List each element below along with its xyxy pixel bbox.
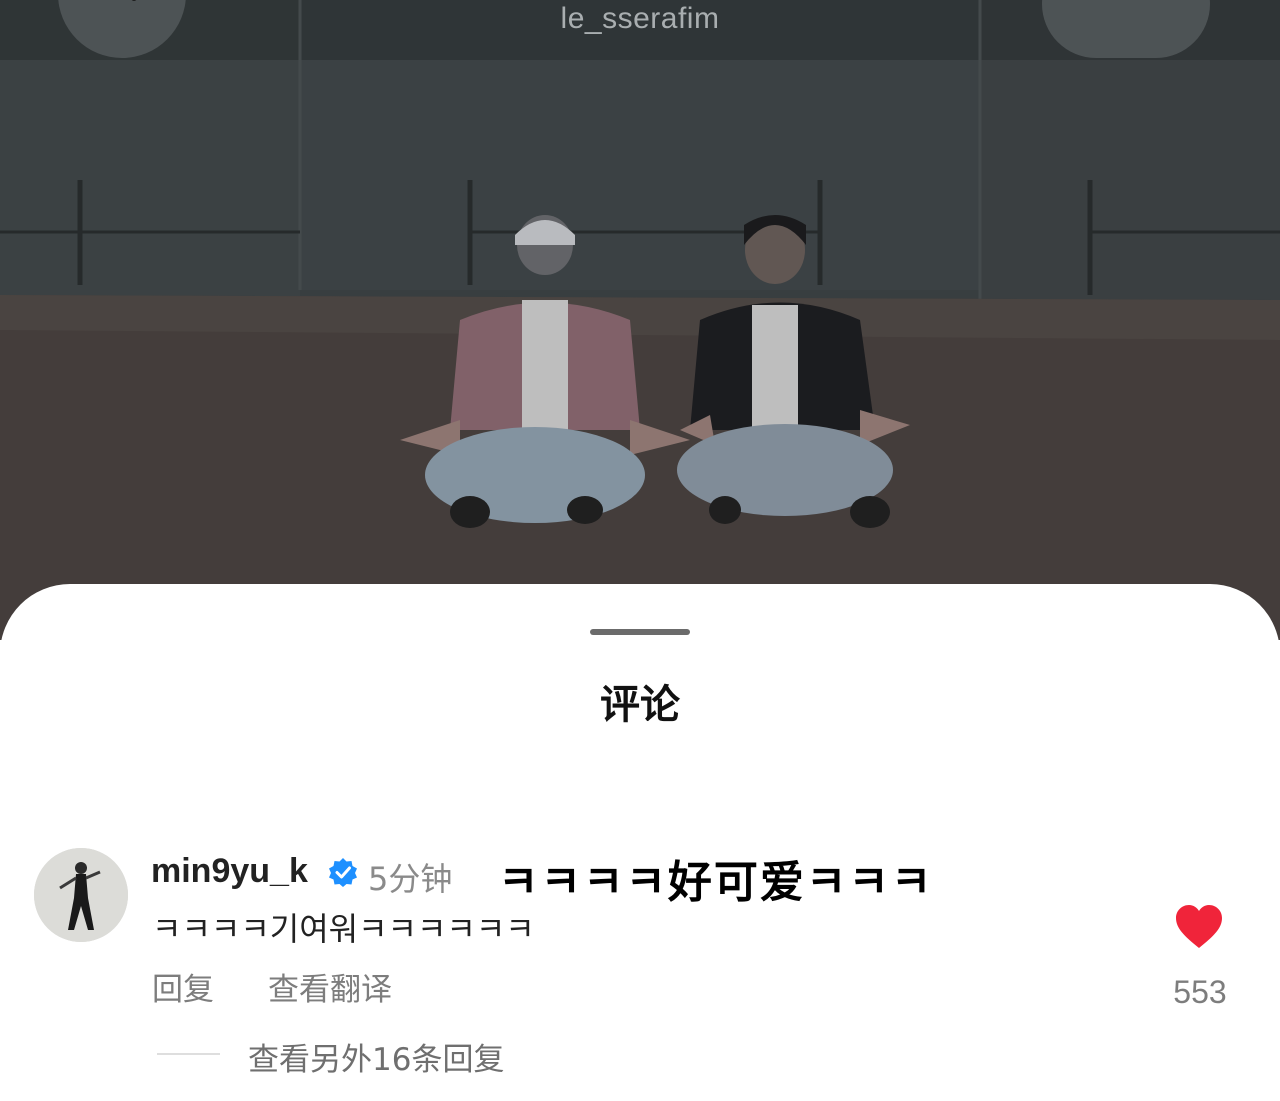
reply-button[interactable]: 回复 — [152, 964, 214, 1009]
heart-icon[interactable] — [1174, 904, 1224, 950]
comment-timestamp: 5分钟 — [368, 860, 453, 898]
comments-sheet: 评论 min9yu_k 5分钟 ㅋㅋㅋㅋ好可爱ㅋㅋㅋ ㅋㅋㅋㅋ기여워ㅋㅋㅋㅋㅋㅋ… — [0, 584, 1280, 1101]
translate-button[interactable]: 查看翻译 — [268, 964, 392, 1009]
overlay-caption: ㅋㅋㅋㅋ好可爱ㅋㅋㅋ — [498, 857, 934, 908]
comment-text: ㅋㅋㅋㅋ기여워ㅋㅋㅋㅋㅋㅋ — [152, 910, 535, 948]
follow-button[interactable]: 关注 — [1042, 0, 1210, 58]
replies-divider — [157, 1053, 220, 1055]
comments-title: 评论 — [600, 682, 680, 728]
verified-badge-icon — [329, 858, 357, 887]
avatar-image — [34, 848, 128, 942]
comment-username[interactable]: min9yu_k — [151, 852, 308, 891]
avatar[interactable] — [34, 848, 128, 942]
video-frame — [0, 0, 1280, 640]
sheet-drag-handle[interactable] — [590, 629, 690, 635]
like-count: 553 — [1173, 974, 1227, 1010]
video-player[interactable]: le_sserafim 关注 — [0, 0, 1280, 640]
view-more-replies-button[interactable]: 查看另外16条回复 — [248, 1034, 504, 1079]
